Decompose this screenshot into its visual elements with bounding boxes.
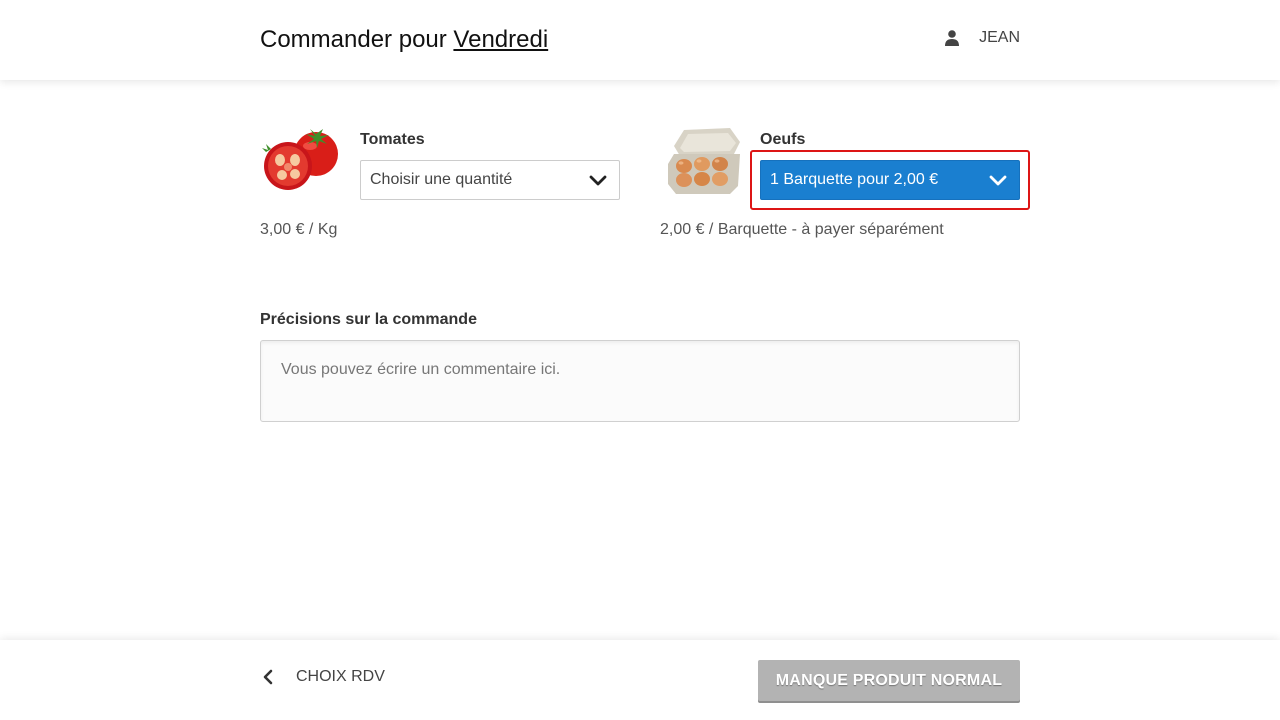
user-menu[interactable]: JEAN <box>945 29 1020 47</box>
page-title: Commander pour Vendredi <box>260 26 548 54</box>
page-title-prefix: Commander pour <box>260 26 447 53</box>
chevron-down-icon <box>989 175 1007 186</box>
order-notes-label: Précisions sur la commande <box>260 311 477 328</box>
quantity-select-eggs[interactable]: 1 Barquette pour 2,00 € <box>760 160 1020 200</box>
product-card-tomatoes: Tomates Choisir une quantité 3,00 € / Kg <box>260 120 630 250</box>
order-notes-input[interactable] <box>260 340 1020 422</box>
quantity-select-value: Choisir une quantité <box>370 171 513 188</box>
back-button-label: CHOIX RDV <box>296 668 385 685</box>
delivery-day-link[interactable]: Vendredi <box>453 26 548 53</box>
footer-bar: CHOIX RDV MANQUE PRODUIT NORMAL <box>0 640 1280 720</box>
egg-carton-image <box>660 124 744 200</box>
user-name: JEAN <box>979 29 1020 46</box>
product-card-eggs: Oeufs 1 Barquette pour 2,00 € 2,00 € / B… <box>660 120 1030 250</box>
product-price: 3,00 € / Kg <box>260 221 338 238</box>
product-name: Tomates <box>360 131 425 148</box>
quantity-select-tomatoes[interactable]: Choisir une quantité <box>360 160 620 200</box>
quantity-select-value: 1 Barquette pour 2,00 € <box>770 171 939 188</box>
header: Commander pour Vendredi JEAN <box>0 0 1280 80</box>
chevron-down-icon <box>589 175 607 186</box>
product-name: Oeufs <box>760 131 806 148</box>
tomato-image <box>260 124 344 200</box>
back-button[interactable]: CHOIX RDV <box>260 668 385 686</box>
user-icon <box>945 30 960 46</box>
submit-order-button[interactable]: MANQUE PRODUIT NORMAL <box>758 660 1020 701</box>
product-price: 2,00 € / Barquette - à payer séparément <box>660 221 944 238</box>
chevron-left-icon <box>263 669 273 685</box>
